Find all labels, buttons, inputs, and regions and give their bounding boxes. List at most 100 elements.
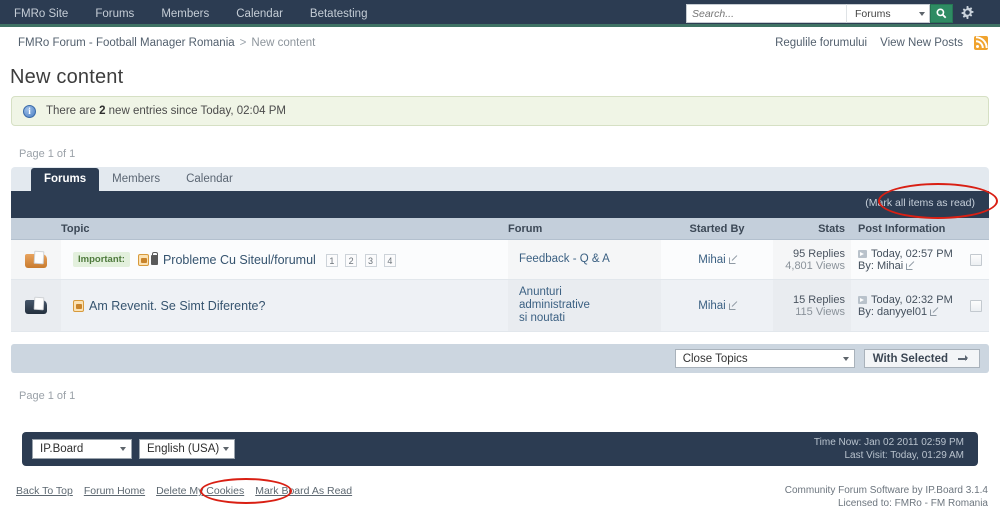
topic-title-link[interactable]: Am Revenit. Se Simt Diferente?: [89, 299, 265, 313]
search-area: Forums: [686, 4, 974, 23]
views-count: 115 Views: [795, 305, 845, 318]
search-input[interactable]: [686, 4, 846, 23]
breadcrumb-current: New content: [251, 37, 316, 49]
search-submit-button[interactable]: [930, 4, 953, 23]
goto-last-post-icon[interactable]: [858, 295, 867, 304]
last-post-time: Today, 02:32 PM: [858, 294, 953, 306]
nav-item-calendar[interactable]: Calendar: [236, 8, 283, 20]
table-header-row: Topic Forum Started By Stats Post Inform…: [11, 218, 989, 240]
forum-rules-link[interactable]: Regulile forumului: [775, 37, 867, 49]
last-visit: Last Visit: Today, 01:29 AM: [844, 450, 964, 461]
back-to-top-link[interactable]: Back To Top: [16, 485, 73, 497]
locked-icon: [150, 251, 159, 265]
message-suffix: new entries since Today, 02:04 PM: [105, 105, 286, 117]
topic-page-1[interactable]: 1: [325, 253, 338, 267]
row-select-checkbox[interactable]: [970, 253, 982, 266]
nav-item-betatesting[interactable]: Betatesting: [310, 8, 368, 20]
skin-select[interactable]: IP.Board: [32, 439, 132, 459]
views-count: 4,801 Views: [785, 259, 845, 272]
table-row: Am Revenit. Se Simt Diferente? Anunturi …: [11, 280, 989, 332]
nav-item-forums[interactable]: Forums: [95, 8, 134, 20]
forum-link[interactable]: Feedback - Q & A: [508, 253, 610, 266]
row-started-by-cell: Mihai: [661, 240, 773, 279]
external-link-icon: [930, 308, 938, 316]
topic-action-select[interactable]: Close Topics: [674, 349, 855, 368]
folder-read-icon: [25, 296, 47, 314]
chevron-down-icon: [842, 356, 849, 361]
breadcrumb-root-link[interactable]: FMRo Forum - Football Manager Romania: [18, 37, 235, 49]
footer-links: Back To Top Forum Home Delete My Cookies…: [16, 485, 363, 497]
time-now: Time Now: Jan 02 2011 02:59 PM: [813, 437, 964, 448]
table-toolbar: (Mark all items as read): [11, 191, 989, 218]
moved-post-icon: [137, 253, 149, 266]
row-post-information-cell: Today, 02:57 PM By: Mihai: [851, 240, 963, 279]
row-topic-cell: Important: Probleme Cu Siteul/forumul 1 …: [61, 240, 508, 279]
nav-item-members[interactable]: Members: [161, 8, 209, 20]
row-started-by-cell: Mihai: [661, 280, 773, 331]
row-checkbox-cell: [963, 280, 989, 331]
page-title: New content: [10, 66, 124, 88]
go-arrow-icon: [958, 353, 971, 364]
moved-post-icon: [73, 299, 84, 312]
breadcrumb: FMRo Forum - Football Manager Romania > …: [0, 30, 1000, 56]
tab-calendar[interactable]: Calendar: [173, 168, 246, 191]
topic-title-link[interactable]: Probleme Cu Siteul/forumul: [163, 253, 316, 267]
row-stats-cell: 95 Replies 4,801 Views: [773, 240, 851, 279]
column-header-forum[interactable]: Forum: [508, 223, 661, 235]
row-folder-icon-cell: [11, 240, 61, 279]
started-by-link[interactable]: Mihai: [698, 254, 725, 266]
last-post-author: By: danyyel01: [858, 306, 938, 318]
bulk-action-bar: Close Topics With Selected: [11, 344, 989, 373]
gear-icon: [961, 5, 974, 19]
forum-link[interactable]: Anunturi administrative si noutati: [508, 286, 600, 325]
column-header-stats[interactable]: Stats: [773, 223, 851, 235]
search-scope-select[interactable]: Forums: [846, 4, 930, 23]
topic-page-3[interactable]: 3: [364, 253, 377, 267]
last-post-author-text[interactable]: By: danyyel01: [858, 306, 927, 318]
mark-all-items-as-read-link[interactable]: (Mark all items as read): [865, 197, 975, 209]
topic-page-4[interactable]: 4: [383, 253, 396, 267]
language-select[interactable]: English (USA): [139, 439, 235, 459]
row-select-checkbox[interactable]: [970, 299, 982, 312]
delete-my-cookies-link[interactable]: Delete My Cookies: [156, 485, 244, 497]
external-link-icon: [728, 257, 736, 264]
topic-page-2[interactable]: 2: [345, 253, 358, 267]
copyright-line-1: Community Forum Software by IP.Board 3.1…: [784, 485, 988, 496]
rss-icon[interactable]: [974, 36, 988, 50]
row-forum-cell: Anunturi administrative si noutati: [508, 280, 661, 331]
row-topic-cell: Am Revenit. Se Simt Diferente?: [61, 280, 508, 331]
footer-bar: IP.Board English (USA) Time Now: Jan 02 …: [22, 432, 978, 466]
started-by-link[interactable]: Mihai: [698, 300, 725, 312]
goto-last-post-icon[interactable]: [858, 249, 867, 258]
copyright-block: Community Forum Software by IP.Board 3.1…: [785, 484, 988, 510]
settings-gear-button[interactable]: [961, 5, 974, 22]
forum-home-link[interactable]: Forum Home: [84, 485, 145, 497]
nav-item-fmro-site[interactable]: FMRo Site: [14, 8, 68, 20]
view-new-posts-link[interactable]: View New Posts: [880, 37, 963, 49]
column-header-started-by[interactable]: Started By: [661, 223, 773, 235]
topic-action-label: Close Topics: [682, 352, 748, 365]
replies-count: 95 Replies: [793, 247, 845, 260]
new-entries-message-text: There are 2 new entries since Today, 02:…: [46, 105, 286, 117]
pagination-top: Page 1 of 1: [19, 148, 76, 160]
search-scope-label: Forums: [855, 7, 891, 20]
with-selected-label: With Selected: [872, 352, 948, 365]
row-stats-cell: 15 Replies 115 Views: [773, 280, 851, 331]
last-post-author: By: Mihai: [858, 260, 914, 272]
last-post-author-text[interactable]: By: Mihai: [858, 260, 903, 272]
column-header-post-information[interactable]: Post Information: [851, 223, 963, 235]
tab-members[interactable]: Members: [99, 168, 173, 191]
table-row: Important: Probleme Cu Siteul/forumul 1 …: [11, 240, 989, 280]
external-link-icon: [728, 303, 736, 310]
with-selected-button[interactable]: With Selected: [863, 349, 980, 368]
copyright-line-2: Licensed to: FMRo - FM Romania: [837, 498, 988, 509]
chevron-down-icon: [919, 11, 925, 16]
chevron-down-icon: [120, 447, 126, 451]
content-tabs: Forums Members Calendar: [11, 167, 989, 191]
column-header-topic[interactable]: Topic: [61, 223, 508, 235]
last-post-time: Today, 02:57 PM: [858, 248, 953, 260]
mark-board-as-read-link[interactable]: Mark Board As Read: [255, 485, 352, 497]
message-prefix: There are: [46, 105, 100, 117]
tab-forums[interactable]: Forums: [31, 168, 100, 191]
replies-count: 15 Replies: [793, 293, 845, 306]
